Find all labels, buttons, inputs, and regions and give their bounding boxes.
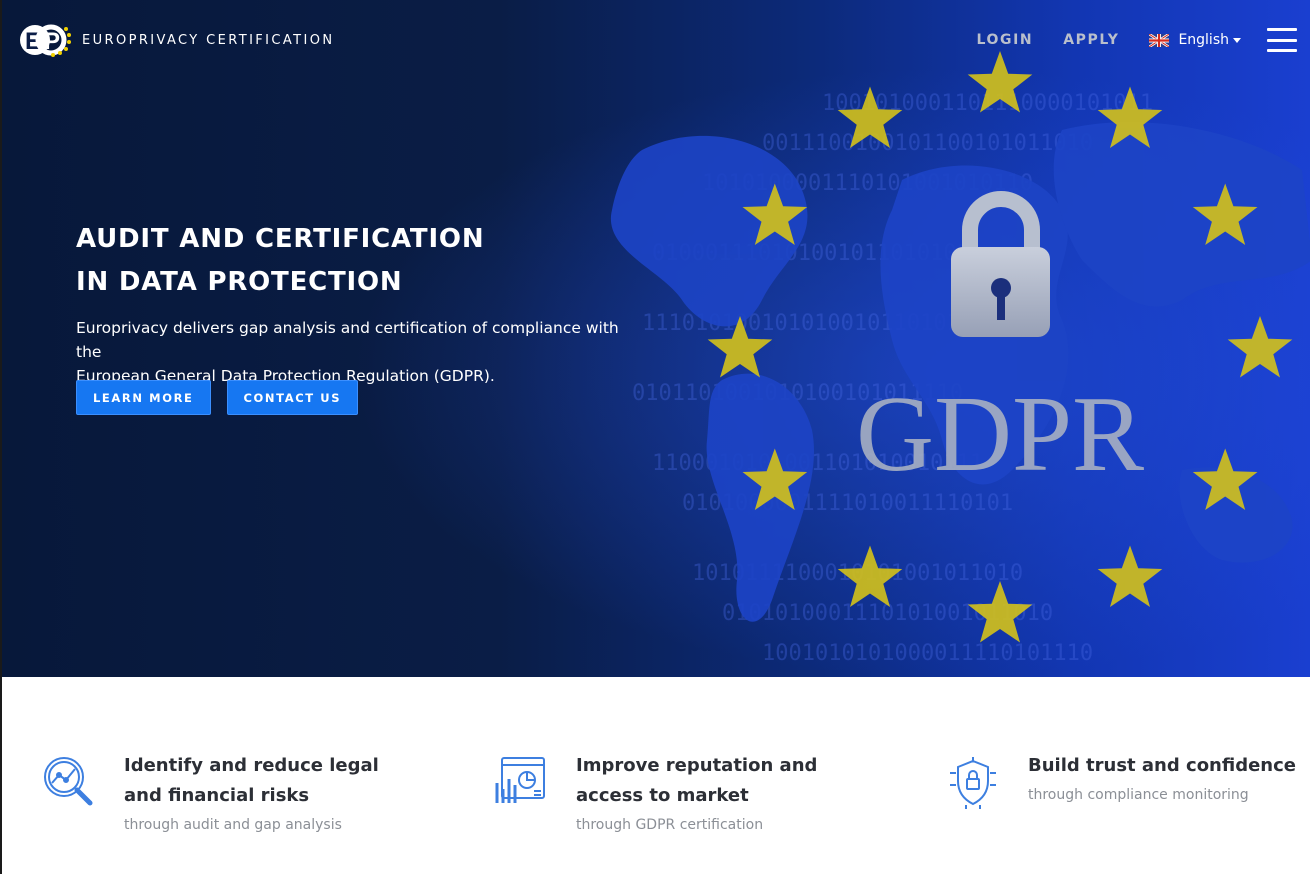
feature-subtitle: through audit and gap analysis	[124, 817, 342, 833]
login-link[interactable]: LOGIN	[976, 32, 1033, 48]
feature-title: Build trust and confidence	[1028, 755, 1296, 776]
hero-description-line1: Europrivacy delivers gap analysis and ce…	[76, 319, 619, 361]
feature-text-reputation: Improve reputation and access to market …	[576, 751, 817, 833]
contact-us-button[interactable]: CONTACT US	[226, 380, 359, 415]
gdpr-image-text: GDPR	[856, 375, 1144, 494]
europrivacy-logo-icon: E P	[20, 24, 71, 57]
brand-name: EUROPRIVACY CERTIFICATION	[82, 32, 335, 48]
features-section: Identify and reduce legal and financial …	[0, 677, 1310, 874]
feature-item-risks: Identify and reduce legal and financial …	[42, 751, 379, 833]
analytics-dashboard-icon	[495, 757, 545, 803]
feature-item-reputation: Improve reputation and access to market …	[494, 751, 817, 833]
feature-text-risks: Identify and reduce legal and financial …	[124, 751, 379, 833]
nav-links: LOGIN APPLY English	[976, 24, 1310, 56]
language-label: English	[1178, 32, 1229, 48]
feature-title-line1: Identify and reduce legal	[124, 755, 379, 776]
feature-text-trust: Build trust and confidence through compl…	[1028, 751, 1296, 809]
feature-title-line2: and financial risks	[124, 785, 310, 806]
uk-flag-icon	[1149, 33, 1170, 47]
apply-link[interactable]: APPLY	[1063, 32, 1119, 48]
language-selector[interactable]: English	[1149, 32, 1241, 48]
feature-subtitle: through GDPR certification	[576, 817, 764, 833]
top-navbar: E P EUROPRIVACY CERTIFICATION LOGIN APPL…	[2, 0, 1310, 80]
learn-more-button[interactable]: LEARN MORE	[76, 380, 211, 415]
svg-text:0011100100101100101011010: 0011100100101100101011010	[762, 131, 1093, 156]
magnifier-chart-icon	[44, 757, 93, 806]
feature-title-line2: access to market	[576, 785, 749, 806]
svg-text:1001010101000011110101110: 1001010101000011110101110	[762, 641, 1093, 666]
hero-section: 1001010001101110000101011 00111001001011…	[0, 0, 1310, 677]
hero-title-line2: IN DATA PROTECTION	[76, 267, 403, 297]
brand[interactable]: E P EUROPRIVACY CERTIFICATION	[20, 22, 335, 58]
feature-title: Identify and reduce legal and financial …	[124, 751, 379, 811]
chevron-down-icon	[1233, 37, 1241, 43]
feature-subtitle: through compliance monitoring	[1028, 787, 1249, 803]
hamburger-menu-icon[interactable]	[1267, 28, 1297, 52]
shield-lock-icon	[950, 757, 996, 809]
svg-text:P: P	[44, 28, 60, 55]
feature-title: Improve reputation and access to market	[576, 751, 817, 811]
hero-description: Europrivacy delivers gap analysis and ce…	[76, 316, 636, 388]
hero-title-line1: AUDIT AND CERTIFICATION	[76, 224, 485, 254]
feature-title-line1: Improve reputation and	[576, 755, 818, 776]
feature-item-trust: Build trust and confidence through compl…	[946, 751, 1296, 809]
hero-title: AUDIT AND CERTIFICATION IN DATA PROTECTI…	[76, 218, 636, 304]
hero-buttons: LEARN MORE CONTACT US	[76, 380, 374, 415]
